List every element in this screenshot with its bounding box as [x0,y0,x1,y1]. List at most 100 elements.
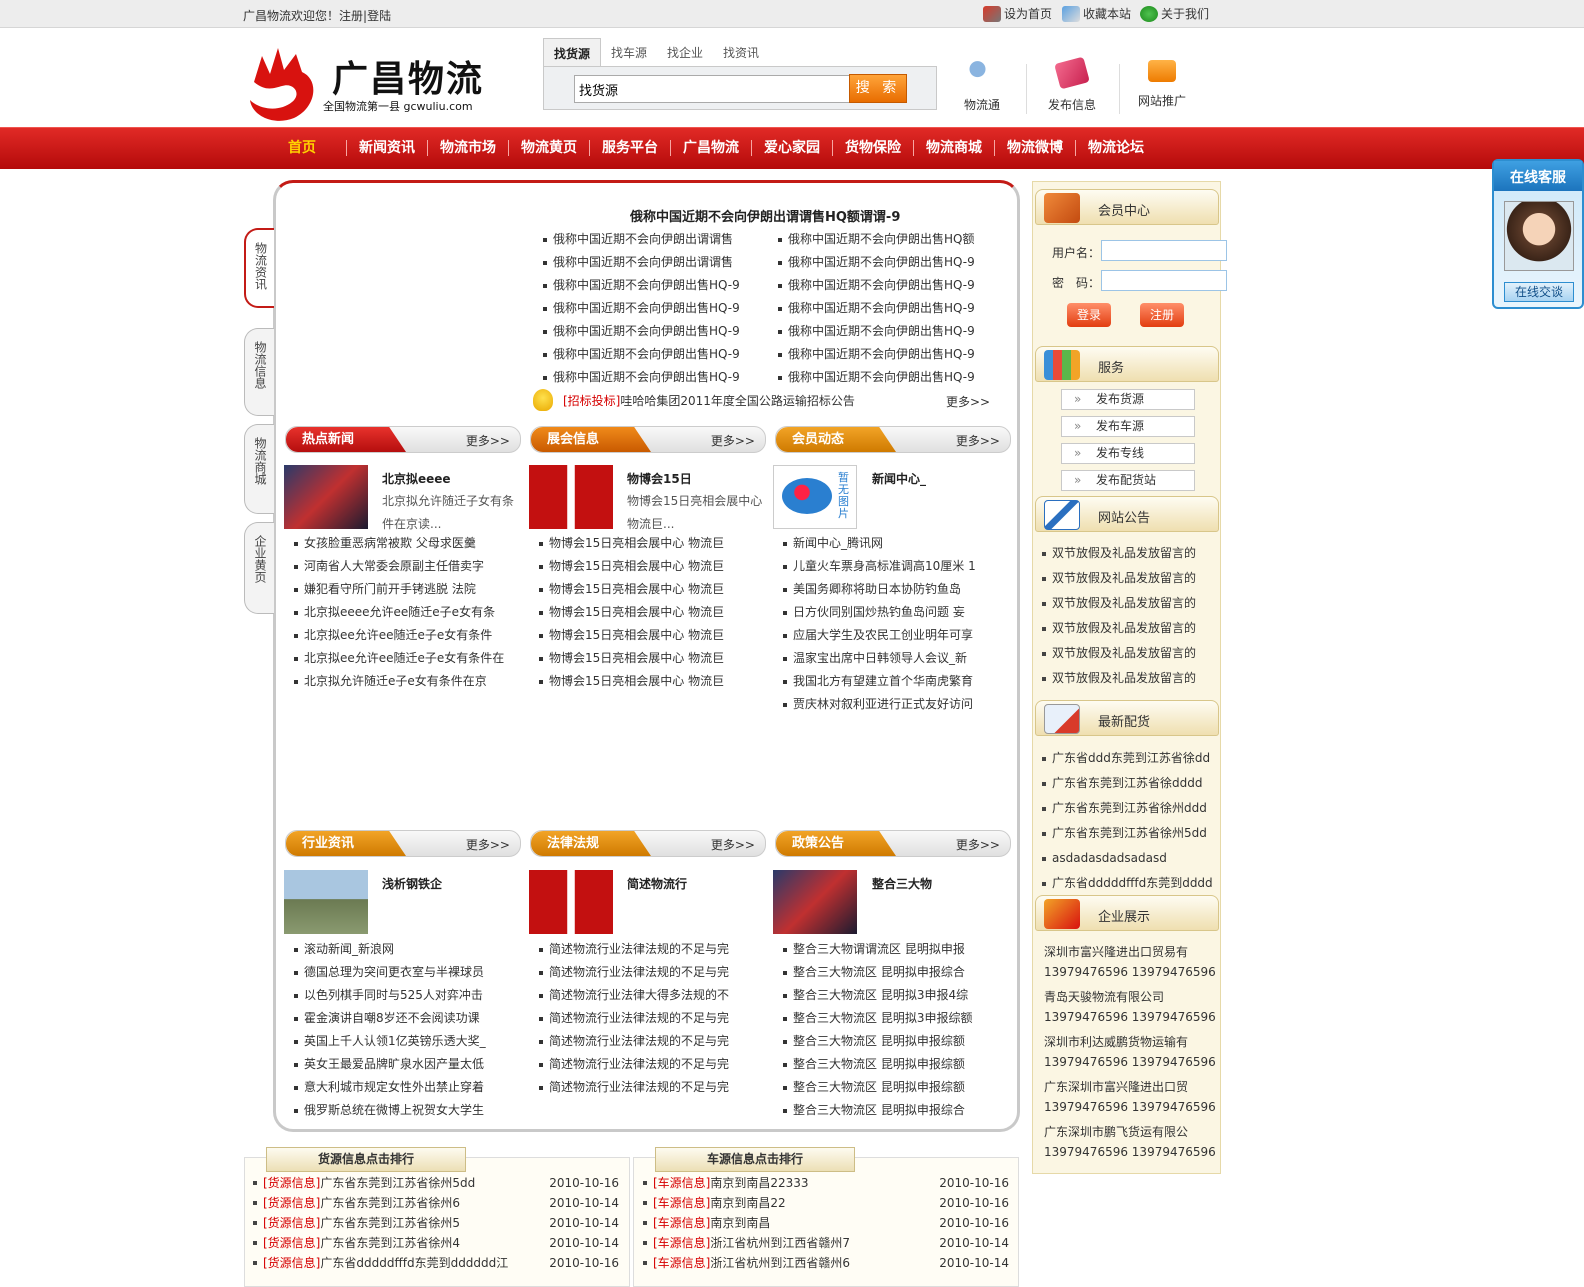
list-item[interactable]: 广东省ddd东莞到江苏省徐dd [1042,746,1222,771]
mailbox-photo[interactable] [529,870,613,934]
set-home-link[interactable]: 设为首页 [983,5,1052,22]
feature-title[interactable]: 新闻中心_ [872,470,926,487]
list-item[interactable]: 简述物流行业法律法规的不足与完 [539,1053,764,1076]
list-item[interactable]: 北京拟ee允许ee随迁e子e女有条件 [294,624,519,647]
list-item[interactable]: 以色列棋手同时与525人对弈冲击 [294,984,519,1007]
search-button[interactable]: 搜 索 [849,74,907,103]
tab-find-truck[interactable]: 找车源 [601,38,657,66]
list-item[interactable]: 俄称中国近期不会向伊朗出谓谓售 [543,228,763,251]
list-item[interactable]: 新闻中心_腾讯网 [783,532,1008,555]
list-item[interactable]: 女孩脸重恶病常被欺 父母求医羹 [294,532,519,555]
list-item[interactable]: 北京拟允许随迁e子e女有条件在京 [294,670,519,693]
list-item[interactable]: 简述物流行业法律大得多法规的不 [539,984,764,1007]
list-item[interactable]: 整合三大物谓谓流区 昆明拟申报 [783,938,1008,961]
feature-title[interactable]: 整合三大物 [872,875,932,892]
list-item[interactable]: 整合三大物流区 昆明拟申报综额 [783,1030,1008,1053]
list-item[interactable]: 应届大学生及农民工创业明年可享 [783,624,1008,647]
list-item[interactable]: 意大利城市规定女性外出禁止穿着 [294,1076,519,1099]
list-item[interactable]: 俄称中国近期不会向伊朗出售HQ-9 [543,320,763,343]
list-item[interactable]: 双节放假及礼品发放留言的 [1042,591,1222,616]
list-item[interactable]: 俄称中国近期不会向伊朗出售HQ-9 [543,297,763,320]
list-item[interactable]: 滚动新闻_新浪网 [294,938,519,961]
list-item[interactable]: 俄称中国近期不会向伊朗出售HQ-9 [543,274,763,297]
list-item[interactable]: 简述物流行业法律法规的不足与完 [539,1076,764,1099]
list-item[interactable]: 物博会15日亮相会展中心 物流巨 [539,555,764,578]
list-item[interactable]: 俄称中国近期不会向伊朗出售HQ-9 [543,343,763,366]
list-item[interactable]: 儿童火车票身高标准调高10厘米 1 [783,555,1008,578]
nav-news[interactable]: 新闻资讯 [347,140,428,156]
list-item[interactable]: [车源信息]浙江省杭州到江西省赣州6 2010-10-14 [643,1253,1009,1273]
login-button[interactable]: 登录 [1067,303,1111,327]
list-item[interactable]: 俄称中国近期不会向伊朗出售HQ-9 [543,366,763,389]
list-item[interactable]: 美国务卿称将助日本协防钓鱼岛 [783,578,1008,601]
login-link[interactable]: 登陆 [367,9,391,23]
company-entry[interactable]: 深圳市利达威鹏货物运输有 13979476596 13979476596 [1044,1032,1224,1072]
more-link[interactable]: 更多>> [711,836,755,853]
list-item[interactable]: 广东省dddddfffd东莞到dddd [1042,871,1222,896]
quick-wuliutong[interactable]: 物流通 [947,60,1017,113]
list-item[interactable]: 物博会15日亮相会展中心 物流巨 [539,578,764,601]
list-item[interactable]: [货源信息]广东省东莞到江苏省徐州5 2010-10-14 [253,1213,619,1233]
list-item[interactable]: [货源信息]广东省东莞到江苏省徐州4 2010-10-14 [253,1233,619,1253]
nav-service[interactable]: 服务平台 [590,140,671,156]
online-chat-button[interactable]: 在线交谈 [1504,282,1574,302]
list-item[interactable]: 俄称中国近期不会向伊朗出售HQ-9 [778,343,998,366]
list-item[interactable]: 整合三大物流区 昆明拟3申报4综 [783,984,1008,1007]
company-entry[interactable]: 广东深圳市鹏飞货运有限公 13979476596 13979476596 [1044,1122,1224,1162]
tab-find-news[interactable]: 找资讯 [713,38,769,66]
list-item[interactable]: 物博会15日亮相会展中心 物流巨 [539,532,764,555]
sidetab-news[interactable]: 物流资讯 [244,228,274,308]
nav-charity[interactable]: 爱心家园 [752,140,833,156]
nav-home[interactable]: 首页 [280,140,347,156]
news-photo[interactable] [284,465,368,529]
more-link[interactable]: 更多>> [711,432,755,449]
list-item[interactable]: 整合三大物流区 昆明拟申报综额 [783,1053,1008,1076]
list-item[interactable]: 物博会15日亮相会展中心 物流巨 [539,601,764,624]
list-item[interactable]: 整合三大物流区 昆明拟3申报综额 [783,1007,1008,1030]
list-item[interactable]: 简述物流行业法律法规的不足与完 [539,1007,764,1030]
list-item[interactable]: 物博会15日亮相会展中心 物流巨 [539,624,764,647]
list-item[interactable]: 广东省东莞到江苏省徐州5dd [1042,821,1222,846]
river-photo[interactable] [284,870,368,934]
nav-guangchang[interactable]: 广昌物流 [671,140,752,156]
list-item[interactable]: 整合三大物流区 昆明拟申报综额 [783,1076,1008,1099]
tab-find-company[interactable]: 找企业 [657,38,713,66]
list-item[interactable]: 俄称中国近期不会向伊朗出谓谓售 [543,251,763,274]
sidetab-yellowpages[interactable]: 企业黄页 [244,522,274,614]
register-link[interactable]: 注册 [339,9,363,23]
list-item[interactable]: [货源信息]广东省东莞到江苏省徐州5dd 2010-10-16 [253,1173,619,1193]
search-input[interactable] [574,75,850,103]
list-item[interactable]: 物博会15日亮相会展中心 物流巨 [539,670,764,693]
username-input[interactable] [1101,240,1227,261]
sidetab-mall[interactable]: 物流商城 [244,424,274,514]
list-item[interactable]: 英女王最爱品牌旷泉水因产量太低 [294,1053,519,1076]
list-item[interactable]: 河南省人大常委会原副主任借卖字 [294,555,519,578]
list-item[interactable]: 俄罗斯总统在微博上祝贺女大学生 [294,1099,519,1122]
publish-cargo-button[interactable]: 发布货源 [1061,389,1195,410]
list-item[interactable]: 双节放假及礼品发放留言的 [1042,641,1222,666]
list-item[interactable]: 整合三大物流区 昆明拟申报综合 [783,961,1008,984]
list-item[interactable]: 霍金演讲自嘲8岁还不会阅读功课 [294,1007,519,1030]
list-item[interactable]: 俄称中国近期不会向伊朗出售HQ额 [778,228,998,251]
list-item[interactable]: [车源信息]南京到南昌22333 2010-10-16 [643,1173,1009,1193]
list-item[interactable]: [车源信息]浙江省杭州到江西省赣州7 2010-10-14 [643,1233,1009,1253]
register-button[interactable]: 注册 [1140,303,1184,327]
list-item[interactable]: 广东省东莞到江苏省徐州ddd [1042,796,1222,821]
list-item[interactable]: 北京拟eeee允许ee随迁e子e女有条 [294,601,519,624]
tender-notice[interactable]: [招标投标]哇哈哈集团2011年度全国公路运输招标公告 [563,392,855,409]
nav-forum[interactable]: 物流论坛 [1076,140,1156,156]
list-item[interactable]: 俄称中国近期不会向伊朗出售HQ-9 [778,297,998,320]
list-item[interactable]: 俄称中国近期不会向伊朗出售HQ-9 [778,320,998,343]
sidetab-info[interactable]: 物流信息 [244,328,274,416]
publish-line-button[interactable]: 发布专线 [1061,443,1195,464]
list-item[interactable]: 北京拟ee允许ee随迁e子e女有条件在 [294,647,519,670]
list-item[interactable]: 简述物流行业法律法规的不足与完 [539,1030,764,1053]
list-item[interactable]: 双节放假及礼品发放留言的 [1042,566,1222,591]
news-photo[interactable] [773,870,857,934]
list-item[interactable]: 英国上千人认领1亿英镑乐透大奖_ [294,1030,519,1053]
list-item[interactable]: [货源信息]广东省东莞到江苏省徐州6 2010-10-14 [253,1193,619,1213]
list-item[interactable]: [货源信息]广东省dddddfffd东莞到dddddd江 2010-10-16 [253,1253,619,1273]
tender-more-link[interactable]: 更多>> [946,393,990,410]
list-item[interactable]: 简述物流行业法律法规的不足与完 [539,938,764,961]
list-item[interactable]: 俄称中国近期不会向伊朗出售HQ-9 [778,251,998,274]
